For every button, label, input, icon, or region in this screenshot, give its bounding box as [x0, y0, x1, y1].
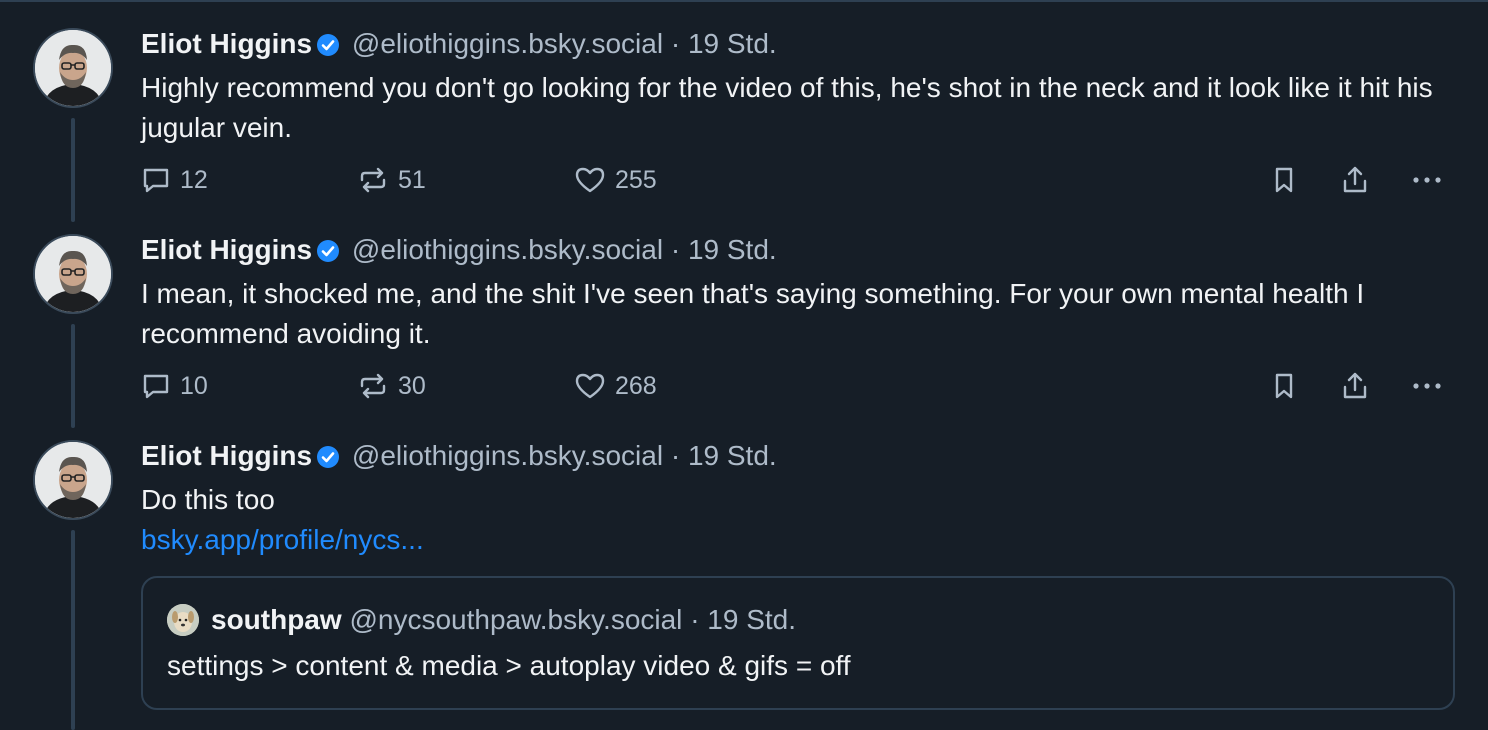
post-text: I mean, it shocked me, and the shit I've… [141, 278, 1365, 349]
more-options-button[interactable] [1410, 366, 1444, 406]
author-avatar[interactable] [33, 440, 113, 520]
bookmark-icon [1268, 370, 1300, 402]
separator-dot: · [670, 440, 681, 471]
quote-author-avatar[interactable] [167, 604, 199, 636]
post-link[interactable]: bsky.app/profile/nycs... [141, 520, 1461, 560]
reply-bubble-icon [140, 164, 172, 196]
repost-button[interactable]: 51 [356, 160, 426, 200]
reply-count: 12 [180, 165, 208, 194]
repost-arrows-icon [356, 370, 390, 402]
like-count: 268 [615, 371, 657, 400]
post-text: Do this too bsky.app/profile/nycs... [141, 480, 1461, 560]
like-count: 255 [615, 165, 657, 194]
post-header: Eliot Higgins @eliothiggins.bsky.social … [141, 438, 777, 478]
more-options-button[interactable] [1410, 160, 1444, 200]
bookmark-button[interactable] [1268, 366, 1300, 406]
post-actions: 10 30 268 [0, 366, 1488, 406]
share-icon [1339, 164, 1371, 196]
share-icon [1339, 370, 1371, 402]
quote-author-name[interactable]: southpaw [211, 604, 342, 635]
post-text: Highly recommend you don't go looking fo… [141, 72, 1433, 143]
verified-badge-icon[interactable] [316, 442, 340, 478]
post-timestamp[interactable]: 19 Std. [688, 234, 777, 265]
reply-count: 10 [180, 371, 208, 400]
author-avatar[interactable] [33, 234, 113, 314]
quote-timestamp[interactable]: 19 Std. [707, 604, 796, 635]
bookmark-icon [1268, 164, 1300, 196]
heart-icon [573, 370, 607, 402]
quoted-post-card[interactable]: southpaw @nycsouthpaw.bsky.social · 19 S… [141, 576, 1455, 710]
post-timestamp[interactable]: 19 Std. [688, 28, 777, 59]
post-2[interactable]: Eliot Higgins @eliothiggins.bsky.social … [0, 206, 1488, 428]
author-handle[interactable]: @eliothiggins.bsky.social [352, 234, 663, 265]
repost-count: 51 [398, 165, 426, 194]
reply-bubble-icon [140, 370, 172, 402]
like-button[interactable]: 255 [573, 160, 657, 200]
share-button[interactable] [1339, 366, 1371, 406]
repost-count: 30 [398, 371, 426, 400]
author-name[interactable]: Eliot Higgins [141, 440, 312, 471]
author-name[interactable]: Eliot Higgins [141, 234, 312, 265]
bookmark-button[interactable] [1268, 160, 1300, 200]
post-header: Eliot Higgins @eliothiggins.bsky.social … [141, 232, 777, 272]
author-handle[interactable]: @eliothiggins.bsky.social [352, 28, 663, 59]
quote-header: southpaw @nycsouthpaw.bsky.social · 19 S… [211, 602, 796, 638]
post-1[interactable]: Eliot Higgins @eliothiggins.bsky.social … [0, 0, 1488, 222]
post-timestamp[interactable]: 19 Std. [688, 440, 777, 471]
more-options-icon [1410, 370, 1444, 402]
separator-dot: · [670, 28, 681, 59]
author-handle[interactable]: @eliothiggins.bsky.social [352, 440, 663, 471]
quote-author-handle[interactable]: @nycsouthpaw.bsky.social [349, 604, 682, 635]
thread-connector [71, 530, 75, 730]
heart-icon [573, 164, 607, 196]
share-button[interactable] [1339, 160, 1371, 200]
repost-arrows-icon [356, 164, 390, 196]
more-options-icon [1410, 164, 1444, 196]
verified-badge-icon[interactable] [316, 30, 340, 66]
quote-text: settings > content & media > autoplay vi… [167, 650, 851, 681]
separator-dot: · [670, 234, 681, 265]
reply-button[interactable]: 12 [140, 160, 208, 200]
author-name[interactable]: Eliot Higgins [141, 28, 312, 59]
post-text-body: Do this too [141, 484, 275, 515]
author-avatar[interactable] [33, 28, 113, 108]
post-header: Eliot Higgins @eliothiggins.bsky.social … [141, 26, 777, 66]
verified-badge-icon[interactable] [316, 236, 340, 272]
separator-dot: · [690, 604, 700, 635]
reply-button[interactable]: 10 [140, 366, 208, 406]
repost-button[interactable]: 30 [356, 366, 426, 406]
post-actions: 12 51 255 [0, 160, 1488, 200]
like-button[interactable]: 268 [573, 366, 657, 406]
